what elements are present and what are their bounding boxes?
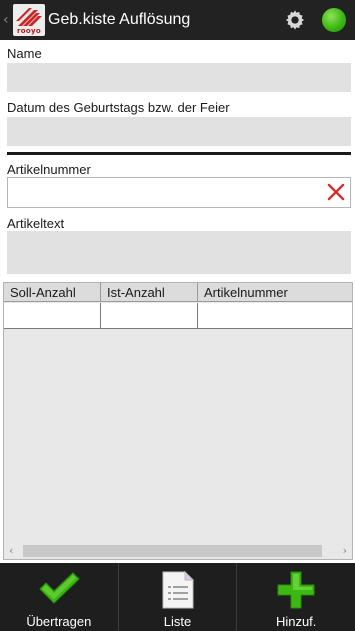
add-label: Hinzuf. [275, 614, 317, 629]
gear-icon[interactable] [284, 9, 306, 31]
document-list-icon [162, 570, 194, 609]
column-header-artikelnummer[interactable]: Artikelnummer [198, 283, 352, 301]
transfer-label: Übertragen [26, 614, 92, 629]
add-button[interactable]: Hinzuf. [237, 563, 355, 631]
article-number-input[interactable] [7, 177, 351, 208]
horizontal-scrollbar[interactable]: ‹ › [4, 543, 352, 559]
section-divider [7, 152, 351, 155]
back-icon[interactable]: ‹ [3, 12, 13, 28]
logo-text: rooyo [17, 27, 41, 35]
bottom-action-bar: Übertragen Liste Hinzuf. [0, 563, 355, 631]
list-button[interactable]: Liste [119, 563, 238, 631]
article-table[interactable]: Soll-Anzahl Ist-Anzahl Artikelnummer ‹ › [3, 282, 353, 560]
scroll-left-icon[interactable]: ‹ [9, 543, 13, 559]
logo-stripes-icon [16, 8, 42, 26]
scrollbar-thumb[interactable] [23, 545, 322, 557]
app-logo[interactable]: rooyo [13, 4, 45, 36]
date-field[interactable] [7, 117, 351, 146]
status-indicator-icon [322, 8, 346, 32]
table-cell-soll[interactable] [4, 303, 101, 328]
checkmark-icon [39, 572, 80, 604]
page-title: Geb.kiste Auflösung [48, 11, 191, 28]
table-header: Soll-Anzahl Ist-Anzahl Artikelnummer [4, 283, 352, 302]
clear-x-icon[interactable] [327, 183, 345, 201]
plus-icon [277, 571, 315, 609]
name-field[interactable] [7, 63, 351, 92]
article-text-label: Artikeltext [7, 216, 65, 231]
action-bar: ‹ rooyo Geb.kiste Auflösung [0, 0, 355, 40]
column-header-soll-anzahl[interactable]: Soll-Anzahl [4, 283, 101, 301]
list-label: Liste [163, 614, 192, 629]
scroll-right-icon[interactable]: › [343, 543, 347, 559]
table-cell-artikelnummer[interactable] [198, 303, 352, 328]
table-cell-ist[interactable] [101, 303, 198, 328]
article-number-label: Artikelnummer [7, 162, 91, 177]
table-row[interactable] [4, 303, 352, 329]
date-label: Datum des Geburtstags bzw. der Feier [7, 100, 230, 115]
column-header-ist-anzahl[interactable]: Ist-Anzahl [101, 283, 198, 301]
transfer-button[interactable]: Übertragen [0, 563, 119, 631]
name-label: Name [7, 46, 42, 61]
article-text-field [7, 231, 351, 274]
